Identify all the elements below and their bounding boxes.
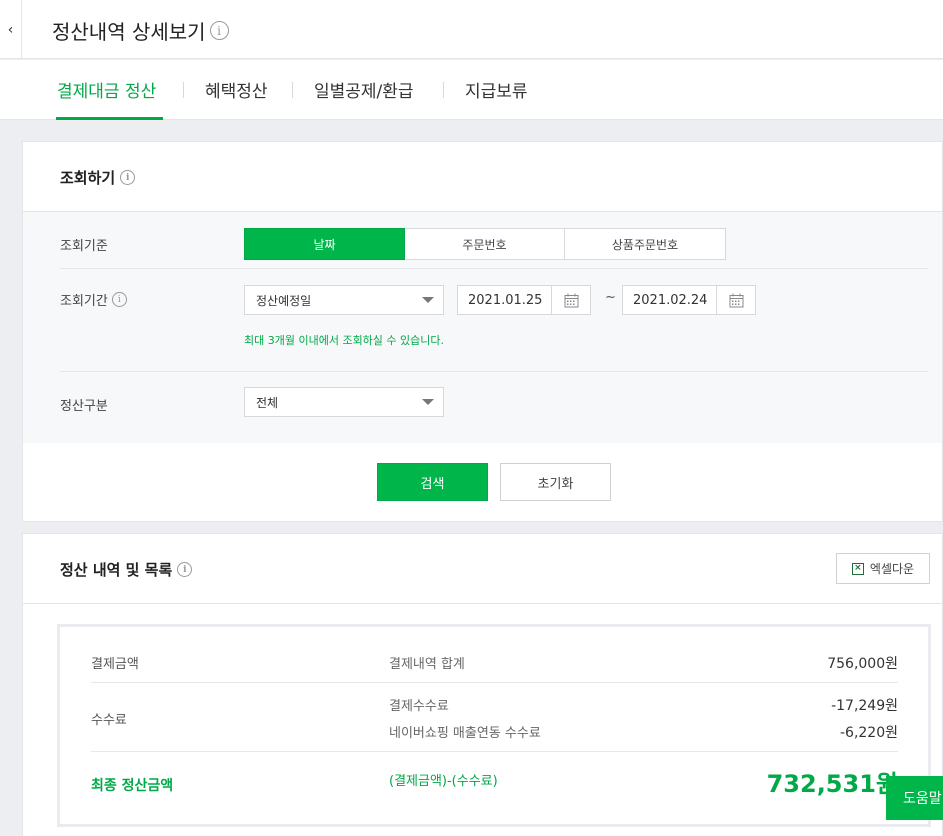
row-divider (60, 371, 928, 372)
final-amount-label: 최종 정산금액 (91, 778, 174, 794)
fee-desc: 결제수수료 (389, 699, 449, 714)
list-panel-header: 정산 내역 및 목록 i × 엑셀다운 (23, 534, 942, 604)
active-tab-indicator (56, 117, 163, 120)
filter-body: 조회기준 날짜 주문번호 상품주문번호 조회기간 i 정산예정일 2021.01… (23, 212, 942, 443)
summary-divider (91, 751, 898, 752)
info-icon[interactable]: i (177, 562, 193, 577)
excel-download-button[interactable]: × 엑셀다운 (836, 553, 930, 584)
start-date-field[interactable]: 2021.01.25 (457, 285, 591, 315)
excel-icon: × (851, 562, 864, 575)
list-panel-title: 정산 내역 및 목록 i (60, 559, 193, 580)
fee-label: 수수료 (91, 713, 127, 728)
period-type-select[interactable]: 정산예정일 (244, 285, 444, 315)
tab-divider (292, 82, 293, 98)
criteria-product-order-number-button[interactable]: 상품주문번호 (565, 228, 726, 260)
tab-bar: 결제대금 정산 혜택정산 일별공제/환급 지급보류 (0, 60, 943, 120)
tab-benefit-settlement[interactable]: 혜택정산 (205, 77, 268, 102)
info-icon[interactable]: i (120, 170, 136, 185)
tab-divider (183, 82, 184, 98)
criteria-order-number-button[interactable]: 주문번호 (405, 228, 565, 260)
fee-value: -6,220원 (839, 725, 898, 741)
tab-payment-settlement[interactable]: 결제대금 정산 (57, 77, 156, 102)
search-button[interactable]: 검색 (377, 463, 488, 501)
top-bar: ‹ 정산내역 상세보기 i (0, 0, 943, 59)
criteria-date-button[interactable]: 날짜 (244, 228, 405, 260)
search-panel-title: 조회하기 i (60, 167, 136, 188)
summary-divider (91, 682, 898, 683)
reset-button[interactable]: 초기화 (500, 463, 611, 501)
category-label: 정산구분 (60, 399, 108, 414)
payment-desc: 결제내역 합계 (389, 657, 465, 672)
info-icon[interactable]: i (209, 21, 229, 40)
tab-payment-hold[interactable]: 지급보류 (465, 77, 528, 102)
fee-value: -17,249원 (831, 698, 898, 714)
search-panel: 조회하기 i 조회기준 날짜 주문번호 상품주문번호 조회기간 i 정산예정일 … (22, 141, 943, 522)
settlement-list-panel: 정산 내역 및 목록 i × 엑셀다운 결제금액 결제내역 합계 756,000… (22, 533, 943, 836)
caret-down-icon (422, 399, 434, 405)
final-amount-value: 732,531원 (766, 770, 898, 798)
page-title: 정산내역 상세보기 i (52, 16, 229, 45)
tab-daily-deduction[interactable]: 일별공제/환급 (314, 77, 414, 102)
calendar-icon[interactable] (552, 286, 590, 314)
help-button[interactable]: 도움말 (886, 776, 943, 820)
period-hint-text: 최대 3개월 이내에서 조회하실 수 있습니다. (244, 334, 445, 347)
chevron-left-icon: ‹ (7, 21, 14, 38)
back-button[interactable]: ‹ (0, 0, 22, 59)
row-divider (60, 268, 928, 269)
tab-divider (443, 82, 444, 98)
final-amount-desc: (결제금액)-(수수료) (389, 774, 498, 789)
criteria-segmented-control: 날짜 주문번호 상품주문번호 (244, 228, 726, 260)
criteria-label: 조회기준 (60, 239, 108, 254)
end-date-field[interactable]: 2021.02.24 (622, 285, 756, 315)
period-label: 조회기간 i (60, 290, 127, 309)
caret-down-icon (422, 297, 434, 303)
payment-value: 756,000원 (827, 656, 898, 672)
calendar-icon[interactable] (717, 286, 755, 314)
payment-label: 결제금액 (91, 657, 139, 672)
category-select[interactable]: 전체 (244, 387, 444, 417)
search-panel-header: 조회하기 i (23, 142, 942, 212)
date-range-separator: ~ (605, 290, 616, 305)
info-icon[interactable]: i (111, 292, 127, 307)
settlement-summary: 결제금액 결제내역 합계 756,000원 수수료 결제수수료 -17,249원… (57, 624, 931, 827)
fee-desc: 네이버쇼핑 매출연동 수수료 (389, 726, 541, 741)
